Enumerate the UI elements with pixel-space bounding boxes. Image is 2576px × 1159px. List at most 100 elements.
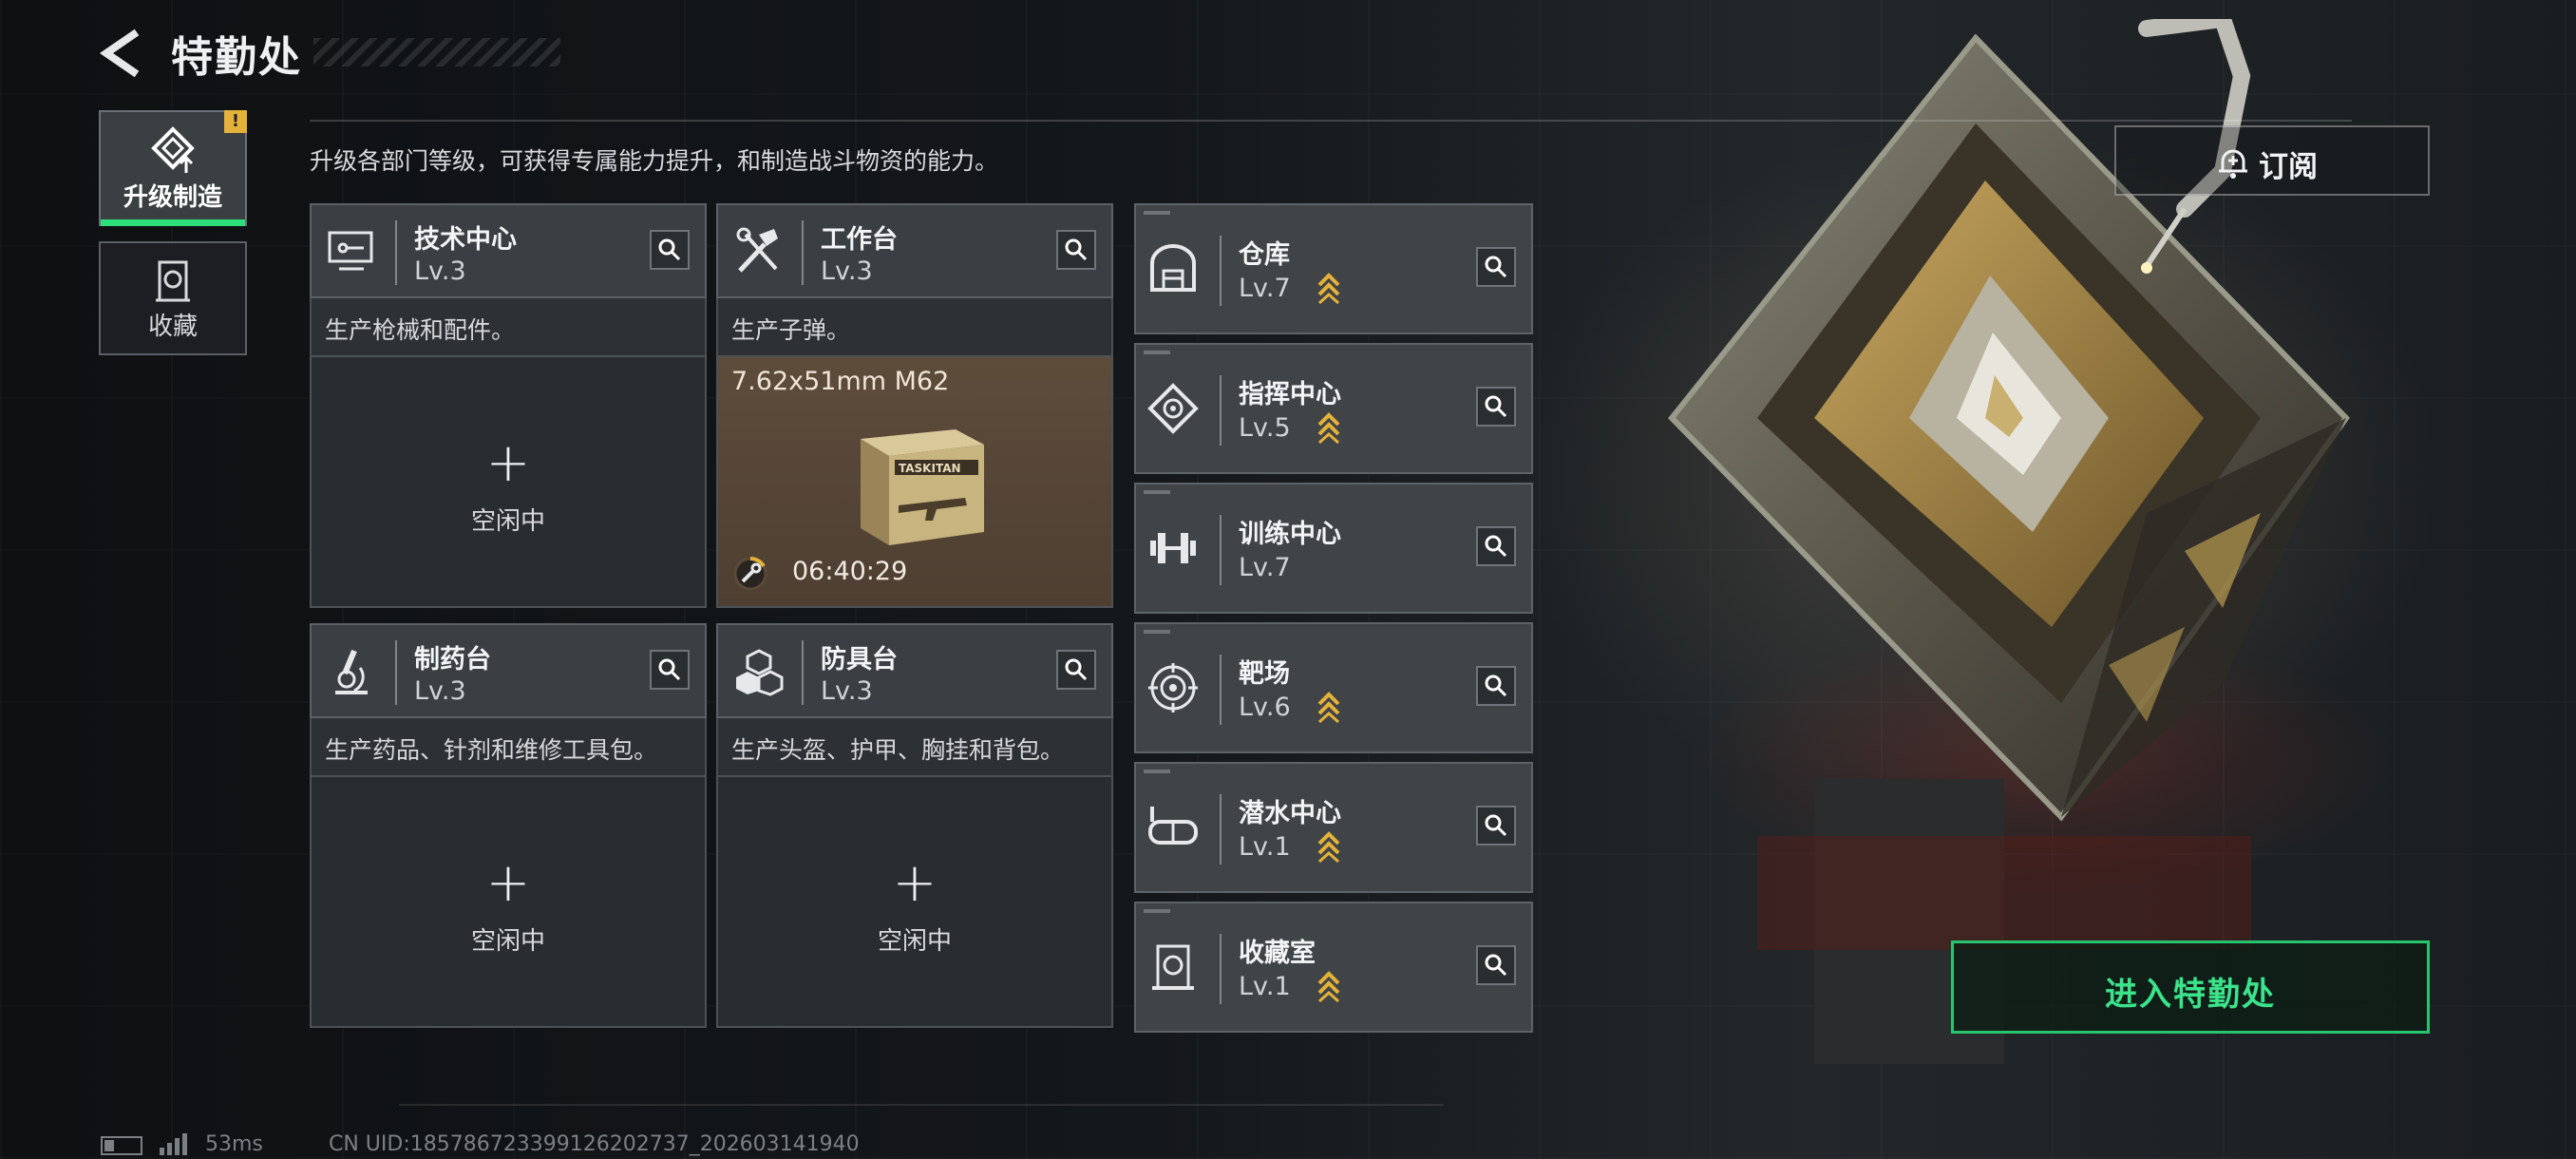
facility-name: 指挥中心: [1239, 380, 1341, 409]
facility-collection-room[interactable]: 收藏室 Lv.1: [1134, 902, 1533, 1033]
microscope-icon: [323, 642, 382, 701]
workshop-header[interactable]: 技术中心 Lv.3: [310, 203, 707, 298]
workshop-description: 生产枪械和配件。: [310, 298, 707, 355]
card-corner-mark: [1144, 770, 1170, 773]
uid-readout: CN UID:185786723399126202737_20260314194…: [329, 1132, 860, 1156]
top-divider: [310, 120, 2352, 122]
header-separator: [395, 640, 397, 705]
header-separator: [1220, 934, 1222, 1004]
workshop-name: 防具台: [821, 645, 898, 674]
workshop-description: 生产子弹。: [716, 298, 1113, 355]
nav-upgrade-craft[interactable]: 升级制造 !: [99, 110, 247, 226]
workshop-header[interactable]: 制药台 Lv.3: [310, 623, 707, 718]
crafting-timer: 06:40:29: [792, 557, 908, 586]
dumbbell-icon: [1144, 519, 1203, 578]
battery-icon: [101, 1136, 142, 1155]
back-arrow-icon[interactable]: [95, 27, 152, 80]
search-icon: [1485, 395, 1507, 418]
upgrade-available-icon: [1317, 412, 1340, 444]
facility-level: Lv.6: [1239, 693, 1291, 722]
search-button[interactable]: [1056, 230, 1096, 270]
facility-diving-center[interactable]: 潜水中心 Lv.1: [1134, 762, 1533, 893]
header-separator: [1220, 236, 1222, 306]
card-corner-mark: [1144, 490, 1170, 494]
workshop-level: Lv.3: [821, 676, 873, 706]
nav-active-indicator: [101, 219, 245, 226]
facility-name: 训练中心: [1239, 520, 1341, 549]
enter-special-ops-button[interactable]: 进入特勤处: [1951, 940, 2430, 1034]
facility-name: 靶场: [1239, 659, 1290, 689]
workshop-description: 生产药品、针剂和维修工具包。: [310, 718, 707, 775]
search-button[interactable]: [650, 230, 690, 270]
facility-level: Lv.1: [1239, 972, 1291, 1001]
card-corner-mark: [1144, 630, 1170, 634]
bell-icon: [2219, 149, 2247, 179]
facility-warehouse[interactable]: 仓库 Lv.7: [1134, 203, 1533, 334]
slot-status: 空闲中: [470, 927, 545, 956]
svg-text:TASKITAN: TASKITAN: [899, 462, 961, 475]
header-separator: [1220, 375, 1222, 446]
facility-training-center[interactable]: 训练中心 Lv.7: [1134, 483, 1533, 614]
nav-collection-label: 收藏: [147, 313, 198, 341]
search-button[interactable]: [1056, 650, 1096, 690]
search-button[interactable]: [1476, 247, 1516, 287]
craft-slot-idle[interactable]: + 空闲中: [716, 775, 1113, 1028]
header-separator: [1220, 515, 1222, 585]
header-separator: [395, 220, 397, 285]
wrench-timer-icon: [733, 556, 767, 591]
card-corner-mark: [1144, 211, 1170, 215]
slot-status: 空闲中: [877, 927, 952, 956]
add-icon: +: [485, 432, 531, 494]
facility-shooting-range[interactable]: 靶场 Lv.6: [1134, 622, 1533, 753]
search-icon: [1485, 674, 1507, 697]
collection-icon: [101, 256, 245, 306]
nav-collection[interactable]: 收藏: [99, 241, 247, 355]
collection-room-icon: [1144, 938, 1203, 997]
computer-icon: [323, 222, 382, 281]
workshop-name: 制药台: [414, 645, 491, 674]
nav-upgrade-craft-label: 升级制造: [123, 183, 222, 212]
search-icon: [1065, 238, 1088, 261]
search-icon: [658, 238, 681, 261]
facility-level: Lv.5: [1239, 413, 1291, 443]
search-button[interactable]: [650, 650, 690, 690]
craft-slot-idle[interactable]: + 空闲中: [310, 775, 707, 1028]
workshop-header[interactable]: 工作台 Lv.3: [716, 203, 1113, 298]
search-button[interactable]: [1476, 806, 1516, 846]
facility-name: 收藏室: [1239, 939, 1316, 968]
crafting-item-name: 7.62x51mm M62: [731, 367, 950, 396]
workshop-name: 工作台: [821, 225, 898, 255]
workshop-name: 技术中心: [414, 225, 517, 255]
search-button[interactable]: [1476, 387, 1516, 427]
header-separator: [1220, 655, 1222, 725]
search-button[interactable]: [1476, 526, 1516, 566]
upgrade-available-icon: [1317, 971, 1340, 1002]
search-button[interactable]: [1476, 945, 1516, 985]
workshop-level: Lv.3: [414, 256, 466, 286]
facility-command-center[interactable]: 指挥中心 Lv.5: [1134, 343, 1533, 474]
tools-icon: [729, 222, 788, 281]
target-icon: [1144, 658, 1203, 717]
craft-slot-idle[interactable]: + 空闲中: [310, 355, 707, 608]
title-stripe-decoration: [313, 38, 560, 66]
header-separator: [802, 220, 804, 285]
search-icon: [1485, 954, 1507, 977]
facility-level: Lv.7: [1239, 274, 1291, 303]
ping-readout: 53ms: [205, 1132, 263, 1156]
subscribe-button[interactable]: 订阅: [2114, 125, 2430, 196]
footer-divider: [399, 1104, 1444, 1106]
header-separator: [802, 640, 804, 705]
workshop-header[interactable]: 防具台 Lv.3: [716, 623, 1113, 718]
command-icon: [1144, 379, 1203, 438]
craft-slot-in-progress[interactable]: 7.62x51mm M62 TASKITAN 06:40:29: [716, 355, 1113, 608]
facility-level: Lv.1: [1239, 832, 1291, 862]
enter-button-label: 进入特勤处: [2105, 976, 2276, 1014]
workshop-level: Lv.3: [821, 256, 873, 286]
search-button[interactable]: [1476, 666, 1516, 706]
search-icon: [658, 658, 681, 681]
nav-alert-badge: !: [224, 110, 247, 133]
search-icon: [1485, 256, 1507, 278]
armor-icon: [729, 642, 788, 701]
subscribe-label: 订阅: [2259, 150, 2318, 184]
facility-name: 潜水中心: [1239, 799, 1341, 828]
